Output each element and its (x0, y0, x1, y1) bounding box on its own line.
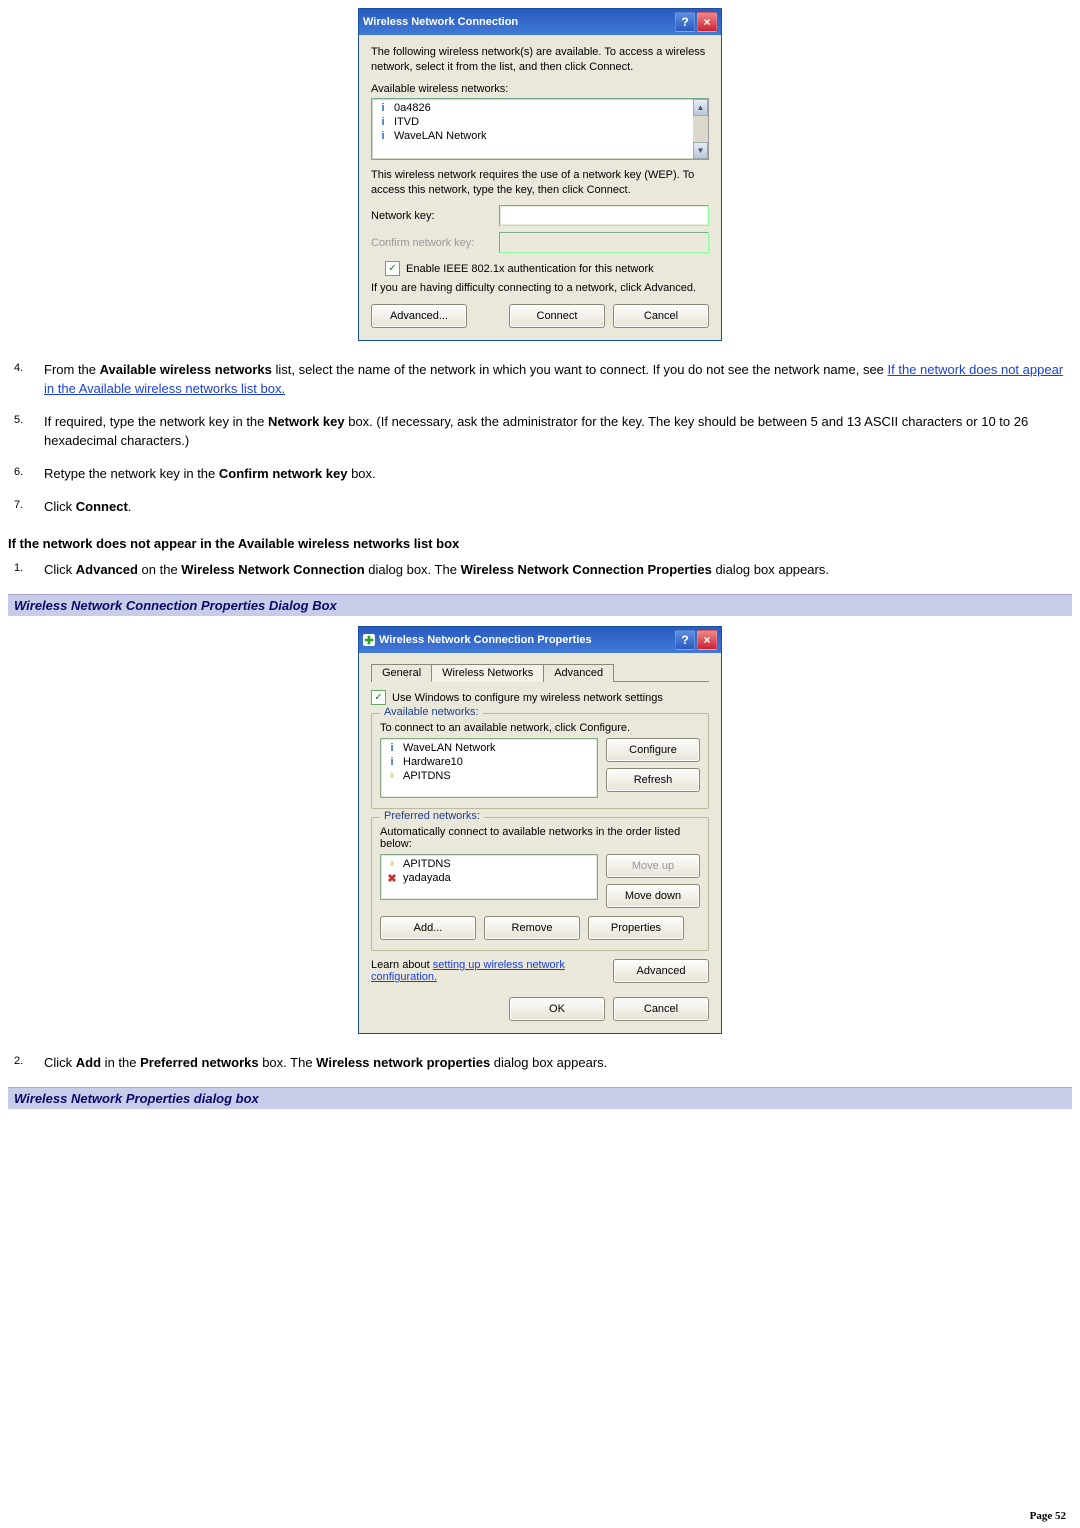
network-item[interactable]: i WaveLAN Network (372, 129, 708, 143)
figure-title-2: Wireless Network Properties dialog box (8, 1087, 1072, 1109)
add-button[interactable]: Add... (380, 916, 476, 940)
list-item[interactable]: ♀APITDNS (381, 857, 597, 871)
connection-properties-dialog: ✚ Wireless Network Connection Properties… (358, 626, 722, 1034)
network-item[interactable]: i ITVD (372, 115, 708, 129)
available-networks-list[interactable]: i 0a4826 i ITVD i WaveLAN Network ▲ ▼ (371, 98, 709, 160)
use-windows-row[interactable]: ✓ Use Windows to configure my wireless n… (371, 690, 709, 705)
advanced-button[interactable]: Advanced (613, 959, 709, 983)
tab-wireless-networks[interactable]: Wireless Networks (431, 664, 544, 682)
confirm-key-row: Confirm network key: (371, 232, 709, 253)
dialog-body: General Wireless Networks Advanced ✓ Use… (359, 653, 721, 1033)
preferred-legend: Preferred networks: (380, 810, 484, 822)
network-key-label: Network key: (371, 210, 489, 222)
network-name: 0a4826 (394, 102, 431, 114)
properties-button[interactable]: Properties (588, 916, 684, 940)
use-windows-label: Use Windows to configure my wireless net… (392, 692, 663, 704)
antenna-icon: i (378, 116, 388, 128)
close-button[interactable]: × (697, 630, 717, 650)
lock-icon: ♀ (387, 770, 397, 782)
antenna-icon: i (387, 742, 397, 754)
scroll-up-icon[interactable]: ▲ (693, 99, 708, 116)
available-hint: To connect to an available network, clic… (380, 722, 700, 734)
instruction-list-c: Click Add in the Preferred networks box.… (38, 1054, 1072, 1073)
available-legend: Available networks: (380, 706, 483, 718)
scroll-down-icon[interactable]: ▼ (693, 142, 708, 159)
confirm-key-label: Confirm network key: (371, 237, 489, 249)
disabled-icon: ✖ (387, 872, 397, 884)
instruction-list-b: Click Advanced on the Wireless Network C… (38, 561, 1072, 580)
enable-8021x-row[interactable]: ✓ Enable IEEE 802.1x authentication for … (385, 261, 709, 276)
scroll-track[interactable] (693, 116, 708, 142)
checkbox-icon[interactable]: ✓ (385, 261, 400, 276)
list-item[interactable]: ✖yadayada (381, 871, 597, 885)
list-item[interactable]: iWaveLAN Network (381, 741, 597, 755)
move-up-button: Move up (606, 854, 700, 878)
network-icon: ✚ (363, 634, 375, 646)
lock-icon: ♀ (387, 858, 397, 870)
wep-note: This wireless network requires the use o… (371, 168, 709, 198)
connect-button[interactable]: Connect (509, 304, 605, 328)
step-4: From the Available wireless networks lis… (38, 361, 1072, 399)
network-key-input[interactable] (499, 205, 709, 226)
network-name: ITVD (394, 116, 419, 128)
step-7: Click Connect. (38, 498, 1072, 517)
help-button[interactable]: ? (675, 12, 695, 32)
network-key-row: Network key: (371, 205, 709, 226)
step-b1: Click Advanced on the Wireless Network C… (38, 561, 1072, 580)
step-5: If required, type the network key in the… (38, 413, 1072, 451)
advanced-button[interactable]: Advanced... (371, 304, 467, 328)
tab-strip: General Wireless Networks Advanced (371, 663, 709, 682)
preferred-networks-listbox[interactable]: ♀APITDNS ✖yadayada (380, 854, 598, 900)
move-down-button[interactable]: Move down (606, 884, 700, 908)
configure-button[interactable]: Configure (606, 738, 700, 762)
antenna-icon: i (378, 102, 388, 114)
help-button[interactable]: ? (675, 630, 695, 650)
dialog-title: Wireless Network Connection (363, 16, 673, 28)
available-networks-label: Available wireless networks: (371, 83, 709, 95)
antenna-icon: i (378, 130, 388, 142)
network-name: WaveLAN Network (394, 130, 487, 142)
network-item[interactable]: i 0a4826 (372, 101, 708, 115)
enable-8021x-label: Enable IEEE 802.1x authentication for th… (406, 263, 654, 275)
dialog-titlebar: ✚ Wireless Network Connection Properties… (359, 627, 721, 653)
step-6: Retype the network key in the Confirm ne… (38, 465, 1072, 484)
list-item[interactable]: iHardware10 (381, 755, 597, 769)
intro-text: The following wireless network(s) are av… (371, 45, 709, 75)
confirm-key-input (499, 232, 709, 253)
close-button[interactable]: × (697, 12, 717, 32)
dialog-titlebar: Wireless Network Connection ? × (359, 9, 721, 35)
tab-advanced[interactable]: Advanced (543, 664, 614, 682)
dialog-title: Wireless Network Connection Properties (379, 634, 673, 646)
scrollbar[interactable]: ▲ ▼ (693, 99, 708, 159)
page-footer: Page 52 (1030, 1510, 1066, 1522)
tab-general[interactable]: General (371, 664, 432, 682)
dialog-body: The following wireless network(s) are av… (359, 35, 721, 340)
checkbox-icon[interactable]: ✓ (371, 690, 386, 705)
available-networks-group: Available networks: To connect to an ava… (371, 713, 709, 809)
refresh-button[interactable]: Refresh (606, 768, 700, 792)
step-c2: Click Add in the Preferred networks box.… (38, 1054, 1072, 1073)
difficulty-note: If you are having difficulty connecting … (371, 282, 709, 294)
preferred-networks-group: Preferred networks: Automatically connec… (371, 817, 709, 951)
learn-text: Learn about setting up wireless network … (371, 959, 613, 983)
list-item[interactable]: ♀APITDNS (381, 769, 597, 783)
available-networks-listbox[interactable]: iWaveLAN Network iHardware10 ♀APITDNS (380, 738, 598, 798)
cancel-button[interactable]: Cancel (613, 304, 709, 328)
figure-title: Wireless Network Connection Properties D… (8, 594, 1072, 616)
instruction-list: From the Available wireless networks lis… (38, 361, 1072, 516)
wireless-connection-dialog: Wireless Network Connection ? × The foll… (358, 8, 722, 341)
section-heading: If the network does not appear in the Av… (8, 536, 1072, 551)
ok-button[interactable]: OK (509, 997, 605, 1021)
antenna-icon: i (387, 756, 397, 768)
learn-row: Learn about setting up wireless network … (371, 959, 709, 983)
preferred-hint: Automatically connect to available netwo… (380, 826, 700, 850)
cancel-button[interactable]: Cancel (613, 997, 709, 1021)
remove-button[interactable]: Remove (484, 916, 580, 940)
